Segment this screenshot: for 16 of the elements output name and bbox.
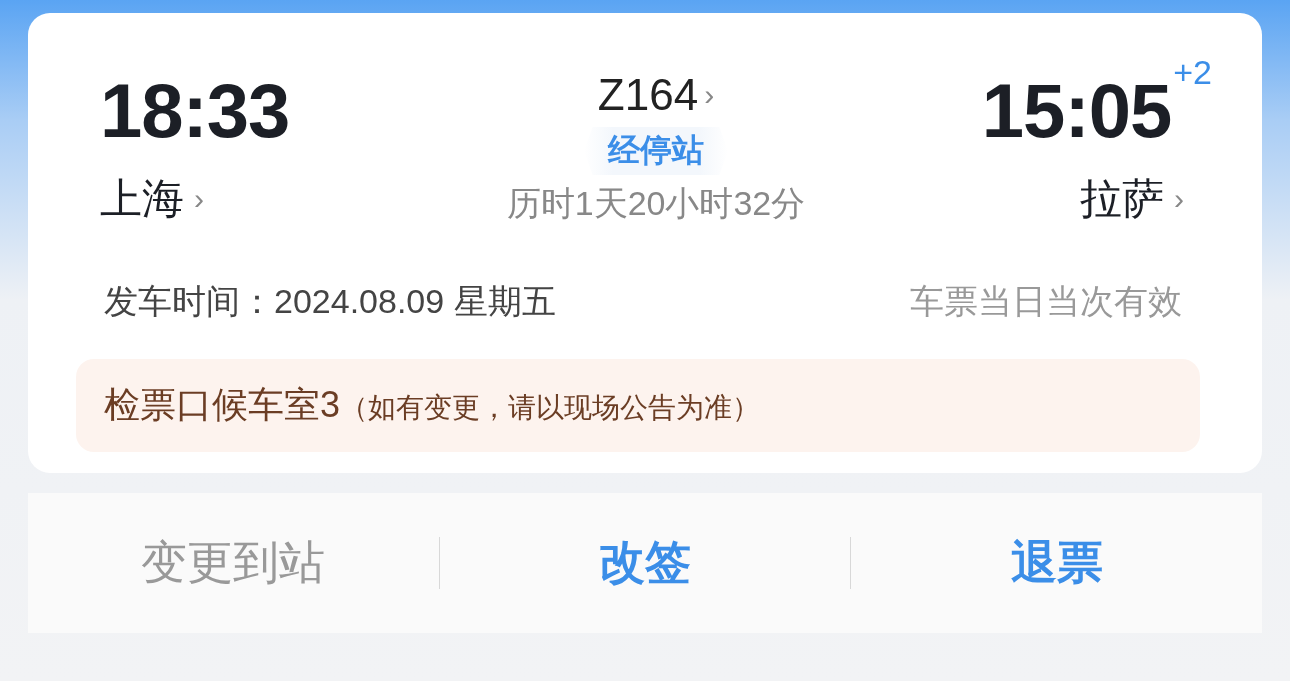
action-button[interactable]: 改签 xyxy=(589,522,701,604)
validity-note: 车票当日当次有效 xyxy=(910,281,1182,322)
arrival-station[interactable]: 拉萨 xyxy=(1080,171,1164,227)
departure-date: 发车时间：2024.08.09 星期五 xyxy=(104,281,556,322)
notice-note: （如有变更，请以现场公告为准） xyxy=(340,391,761,425)
gate-text: 检票口候车室3 xyxy=(104,383,341,427)
departure-time: 18:33 xyxy=(100,73,291,149)
departure-station[interactable]: 上海 xyxy=(100,171,184,227)
action-button[interactable]: 退票 xyxy=(1000,522,1113,604)
day-offset: +2 xyxy=(1173,53,1212,92)
arrival-time: 15:05 xyxy=(981,73,1172,149)
chevron-icon[interactable]: › xyxy=(1174,182,1184,216)
train-number[interactable]: Z164 xyxy=(597,73,699,117)
duration: 历时1天20小时32分 xyxy=(506,183,806,224)
chevron-icon[interactable]: › xyxy=(194,182,204,216)
chevron-icon[interactable]: › xyxy=(704,80,715,110)
